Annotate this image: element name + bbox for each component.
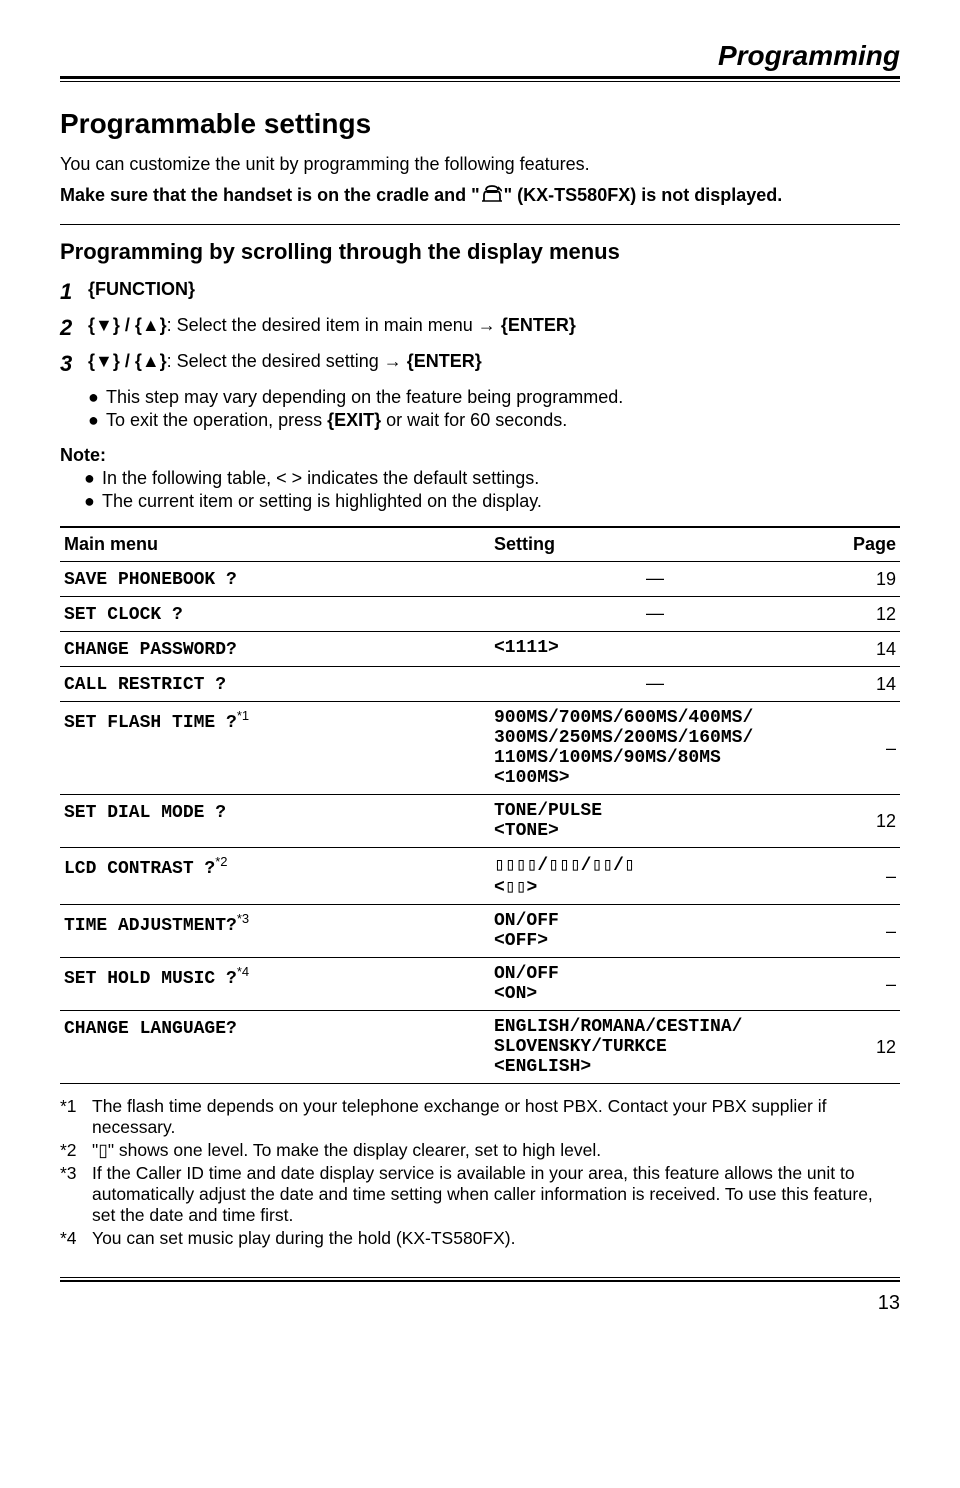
cell-menu: SAVE PHONEBOOK ? [60,562,490,597]
table-row: SAVE PHONEBOOK ?—19 [60,562,900,597]
cell-setting: TONE/PULSE<TONE> [490,795,820,848]
note-1: In the following table, < > indicates th… [102,468,539,489]
exit-key: {EXIT} [327,410,381,430]
enter-key: {ENTER} [407,351,482,371]
cell-setting: — [490,562,820,597]
cell-menu: SET CLOCK ? [60,597,490,632]
enter-key: {ENTER} [501,315,576,335]
cell-page: 14 [820,667,900,702]
cell-setting: ▯▯▯▯/▯▯▯/▯▯/▯<▯▯> [490,848,820,905]
footer-rule [60,1277,900,1282]
step-2-text: : Select the desired item in main menu → [167,315,501,335]
cell-page: 12 [820,597,900,632]
footnote-2: "▯" shows one level. To make the display… [92,1140,601,1161]
footnote-4: You can set music play during the hold (… [92,1228,515,1249]
page-title: Programmable settings [60,108,900,140]
table-row: SET FLASH TIME ?*1900MS/700MS/600MS/400M… [60,702,900,795]
step-3: 3 {▼} / {▲}: Select the desired setting … [60,351,900,377]
cell-menu: SET FLASH TIME ?*1 [60,702,490,795]
footnotes: *1The flash time depends on your telepho… [60,1096,900,1249]
handset-off-hook-icon [482,185,502,208]
cell-setting: — [490,667,820,702]
intro-text: You can customize the unit by programmin… [60,154,900,175]
step-number: 2 [60,315,88,341]
step-1: 1 {FUNCTION} [60,279,900,305]
arrow-keys: {▼} / {▲} [88,315,167,335]
cell-menu: SET DIAL MODE ? [60,795,490,848]
cell-page: – [820,905,900,958]
footnote-num: *4 [60,1228,92,1249]
cell-page: 19 [820,562,900,597]
table-row: SET HOLD MUSIC ?*4ON/OFF<ON>– [60,958,900,1011]
cell-page: – [820,848,900,905]
function-key: {FUNCTION} [88,279,195,299]
subsection-title: Programming by scrolling through the dis… [60,239,900,265]
section-header: Programming [60,40,900,72]
sub-bullet-1: This step may vary depending on the feat… [106,387,623,408]
sub-bullet-2a: To exit the operation, press [106,410,327,430]
bullet-dot: ● [88,387,106,408]
bullet-dot: ● [84,468,102,489]
cell-page: – [820,958,900,1011]
cell-menu: SET HOLD MUSIC ?*4 [60,958,490,1011]
footnote-3: If the Caller ID time and date display s… [92,1163,900,1226]
cell-menu: TIME ADJUSTMENT?*3 [60,905,490,958]
cell-setting: 900MS/700MS/600MS/400MS/300MS/250MS/200M… [490,702,820,795]
table-row: CHANGE PASSWORD?<1111>14 [60,632,900,667]
header-rule [60,76,900,82]
table-row: LCD CONTRAST ?*2▯▯▯▯/▯▯▯/▯▯/▯<▯▯>– [60,848,900,905]
arrow-keys: {▼} / {▲} [88,351,167,371]
cell-setting: <1111> [490,632,820,667]
intro-warning-a: Make sure that the handset is on the cra… [60,185,480,205]
cell-setting: ON/OFF<OFF> [490,905,820,958]
cell-menu: CHANGE LANGUAGE? [60,1011,490,1084]
footnote-num: *1 [60,1096,92,1138]
note-2: The current item or setting is highlight… [102,491,542,512]
footnote-num: *2 [60,1140,92,1161]
step-2: 2 {▼} / {▲}: Select the desired item in … [60,315,900,341]
table-row: SET DIAL MODE ?TONE/PULSE<TONE>12 [60,795,900,848]
cell-page: – [820,702,900,795]
col-header-setting: Setting [490,527,820,562]
section-rule [60,224,900,225]
step-3-text: : Select the desired setting → [167,351,407,371]
footnote-1: The flash time depends on your telephone… [92,1096,900,1138]
cell-menu: CHANGE PASSWORD? [60,632,490,667]
cell-page: 12 [820,795,900,848]
table-row: CHANGE LANGUAGE?ENGLISH/ROMANA/CESTINA/S… [60,1011,900,1084]
intro-warning-b: " (KX-TS580FX) is not displayed. [504,185,783,205]
table-row: SET CLOCK ?—12 [60,597,900,632]
cell-setting: ENGLISH/ROMANA/CESTINA/SLOVENSKY/TURKCE<… [490,1011,820,1084]
settings-table: Main menu Setting Page SAVE PHONEBOOK ?—… [60,526,900,1084]
page-number: 13 [60,1292,900,1315]
cell-menu: LCD CONTRAST ?*2 [60,848,490,905]
step-sub-bullets: ●This step may vary depending on the fea… [88,387,900,431]
cell-setting: ON/OFF<ON> [490,958,820,1011]
sub-bullet-2b: or wait for 60 seconds. [381,410,567,430]
cell-setting: — [490,597,820,632]
cell-page: 14 [820,632,900,667]
footnote-num: *3 [60,1163,92,1226]
sub-bullet-2: To exit the operation, press {EXIT} or w… [106,410,567,431]
step-number: 1 [60,279,88,305]
col-header-page: Page [820,527,900,562]
bullet-dot: ● [84,491,102,512]
bullet-dot: ● [88,410,106,431]
page: Programming Programmable settings You ca… [0,0,960,1355]
note-label: Note: [60,445,900,466]
step-number: 3 [60,351,88,377]
col-header-menu: Main menu [60,527,490,562]
table-row: TIME ADJUSTMENT?*3ON/OFF<OFF>– [60,905,900,958]
note-bullets: ●In the following table, < > indicates t… [84,468,900,512]
table-row: CALL RESTRICT ?—14 [60,667,900,702]
intro-warning: Make sure that the handset is on the cra… [60,185,900,208]
cell-page: 12 [820,1011,900,1084]
cell-menu: CALL RESTRICT ? [60,667,490,702]
